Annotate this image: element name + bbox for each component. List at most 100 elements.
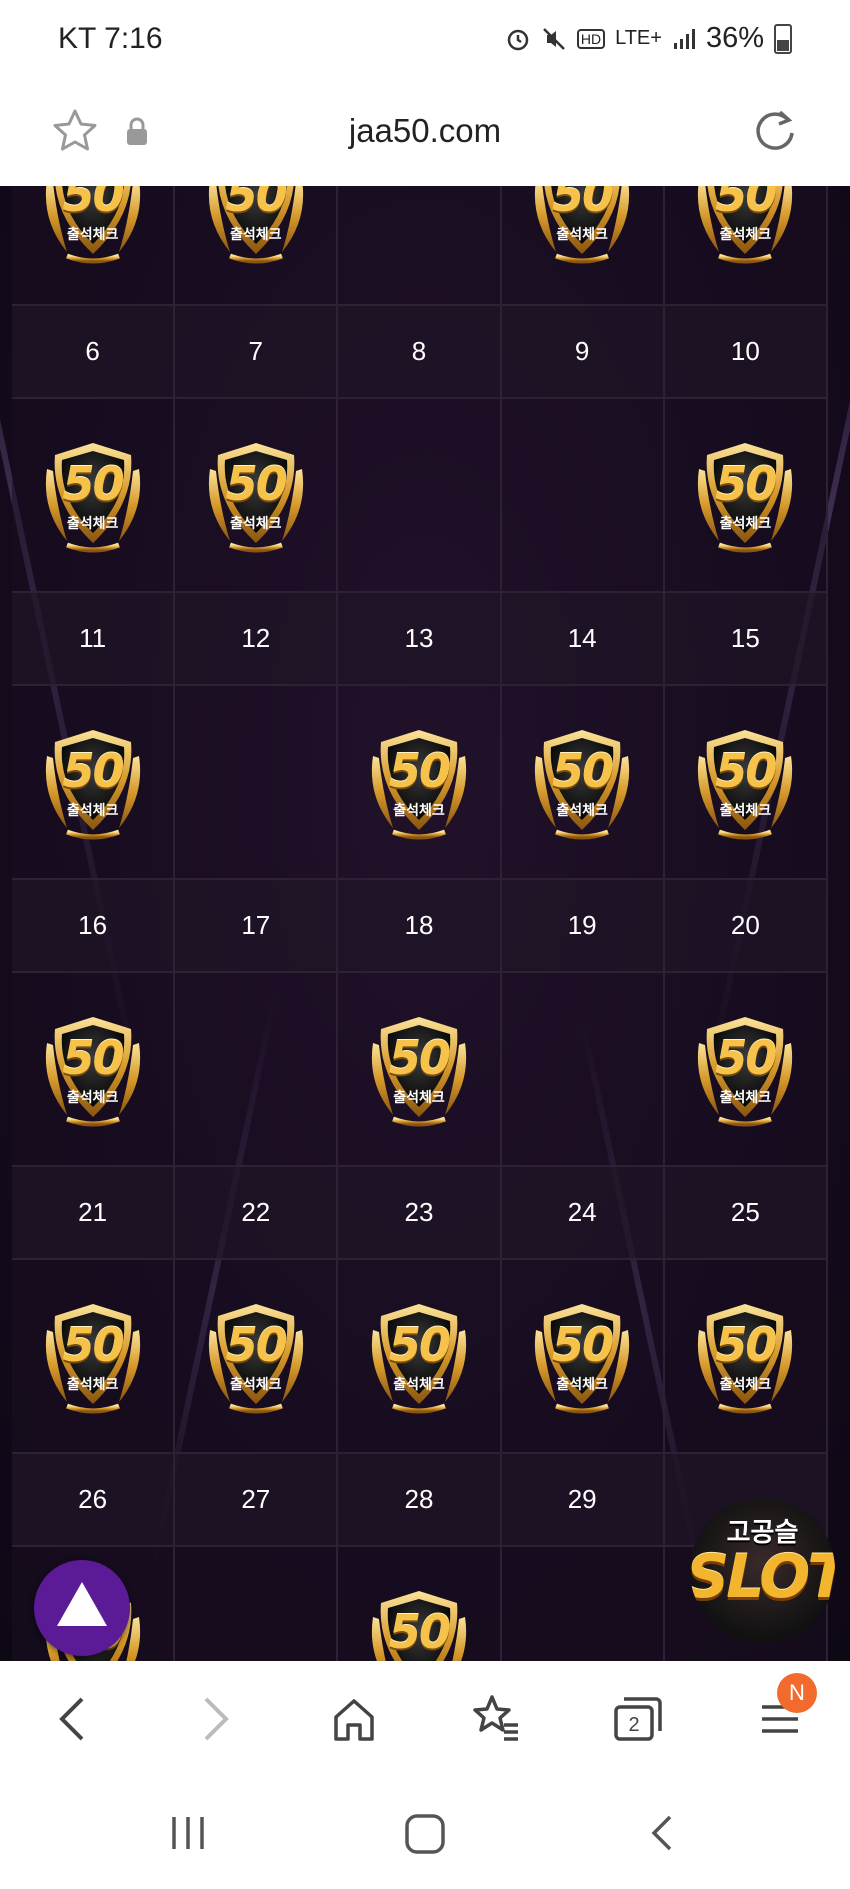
attendance-badge-icon: 50출석체크 bbox=[516, 1290, 648, 1422]
attendance-badge-icon: 50출석체크 bbox=[27, 716, 159, 848]
day-number: 25 bbox=[664, 1167, 828, 1260]
day-number: 27 bbox=[175, 1454, 339, 1547]
attendance-badge-icon: 50출석체크 bbox=[190, 1290, 322, 1422]
back-icon[interactable] bbox=[52, 1693, 92, 1745]
attendance-badge-icon: 50출석체크 bbox=[679, 429, 811, 561]
attendance-badge-icon: 50출석체크 bbox=[27, 186, 159, 272]
day-row: 16 17 18 19 20 bbox=[12, 880, 828, 973]
url-text[interactable]: jaa50.com bbox=[0, 112, 850, 150]
attendance-badge-icon: 50출석체크 bbox=[679, 1003, 811, 1135]
menu-notification-badge: N bbox=[777, 1673, 817, 1713]
tabs-icon[interactable]: 2 bbox=[612, 1693, 664, 1745]
alarm-icon bbox=[507, 29, 529, 50]
badge-cell bbox=[175, 686, 339, 880]
day-number: 20 bbox=[664, 880, 828, 973]
badge-cell: 50출석체크 bbox=[664, 186, 828, 306]
attendance-badge-icon: 50출석체크 bbox=[353, 1003, 485, 1135]
recent-apps-icon[interactable] bbox=[168, 1813, 208, 1853]
badge-cell: 50출석체크 bbox=[338, 1260, 502, 1454]
attendance-badge-icon: 50출석체크 bbox=[516, 186, 648, 272]
network-type: LTE+ bbox=[615, 27, 662, 49]
attendance-badge-icon: 50출석체크 bbox=[27, 429, 159, 561]
attendance-badge-icon: 50출석체크 bbox=[679, 1290, 811, 1422]
badge-cell: 50출석체크 bbox=[664, 399, 828, 593]
attendance-calendar: 50 출석체크 50 출석체크 50 출석체크 50 출석체크 6 7 8 9 10 50 출석체크 50 출석… bbox=[0, 186, 850, 1661]
badge-cell bbox=[501, 399, 665, 593]
slot-ad-line2: SLOT bbox=[690, 1542, 835, 1612]
badge-cell: 50출석체크 bbox=[175, 399, 339, 593]
badge-cell bbox=[338, 399, 502, 593]
badge-row: 50 출석체크 50 출석체크 50 출석체크 50 출석체크 bbox=[12, 186, 828, 306]
badge-row: 50 출석체크 50 출석체크 50 출석체크 bbox=[12, 399, 828, 593]
badge-cell: 50출석체크 bbox=[338, 1547, 502, 1661]
badge-cell: 50출석체크 bbox=[12, 399, 176, 593]
slot-ad-button[interactable]: 고공슬 SLOT bbox=[690, 1498, 835, 1643]
day-number: 15 bbox=[664, 593, 828, 686]
badge-cell: 50출석체크 bbox=[338, 686, 502, 880]
battery-icon bbox=[774, 23, 792, 54]
day-number: 13 bbox=[338, 593, 502, 686]
day-row: 21 22 23 24 25 bbox=[12, 1167, 828, 1260]
badge-cell: 50출석체크 bbox=[501, 686, 665, 880]
day-number: 18 bbox=[338, 880, 502, 973]
browser-toolbar: 2 N bbox=[0, 1661, 850, 1777]
home-button-icon[interactable] bbox=[404, 1813, 446, 1855]
attendance-badge-icon: 50출석체크 bbox=[190, 186, 322, 272]
url-bar: jaa50.com bbox=[0, 86, 850, 188]
badge-cell: 50출석체크 bbox=[501, 186, 665, 306]
attendance-badge-icon: 50출석체크 bbox=[679, 186, 811, 272]
bookmarks-icon[interactable] bbox=[470, 1693, 522, 1745]
day-row: 11 12 13 14 15 bbox=[12, 593, 828, 686]
badge-cell: 50출석체크 bbox=[664, 1260, 828, 1454]
battery-percent: 36% bbox=[705, 22, 764, 54]
attendance-badge-icon: 50출석체크 bbox=[353, 1290, 485, 1422]
day-number: 16 bbox=[12, 880, 176, 973]
badge-cell: 50출석체크 bbox=[12, 686, 176, 880]
system-back-icon[interactable] bbox=[648, 1813, 678, 1853]
day-number: 24 bbox=[501, 1167, 665, 1260]
badge-cell: 50출석체크 bbox=[501, 1260, 665, 1454]
reload-icon[interactable] bbox=[750, 106, 800, 156]
scroll-top-button[interactable] bbox=[34, 1560, 130, 1656]
attendance-badge-icon: 50출석체크 bbox=[27, 1290, 159, 1422]
attendance-badge-icon: 50출석체크 bbox=[353, 716, 485, 848]
home-icon[interactable] bbox=[330, 1693, 378, 1745]
day-number: 9 bbox=[501, 306, 665, 399]
day-number: 29 bbox=[501, 1454, 665, 1547]
day-number: 22 bbox=[175, 1167, 339, 1260]
day-number: 7 bbox=[175, 306, 339, 399]
badge-cell: 50출석체크 bbox=[12, 1260, 176, 1454]
forward-icon[interactable] bbox=[196, 1693, 236, 1745]
badge-cell bbox=[175, 973, 339, 1167]
day-number: 6 bbox=[12, 306, 176, 399]
badge-cell: 50출석체크 bbox=[338, 973, 502, 1167]
badge-cell: 50출석체크 bbox=[664, 973, 828, 1167]
day-row: 6 7 8 9 10 bbox=[12, 306, 828, 399]
badge-cell bbox=[501, 973, 665, 1167]
badge-cell bbox=[175, 1547, 339, 1661]
badge-cell: 50출석체크 bbox=[12, 186, 176, 306]
day-number: 19 bbox=[501, 880, 665, 973]
badge-cell bbox=[338, 186, 502, 306]
attendance-badge-icon: 50출석체크 bbox=[190, 429, 322, 561]
signal-icon bbox=[673, 28, 695, 49]
badge-cell bbox=[501, 1547, 665, 1661]
day-number: 21 bbox=[12, 1167, 176, 1260]
badge-cell: 50출석체크 bbox=[12, 973, 176, 1167]
badge-cell: 50출석체크 bbox=[664, 686, 828, 880]
attendance-badge-icon: 50출석체크 bbox=[27, 1003, 159, 1135]
day-number: 26 bbox=[12, 1454, 176, 1547]
day-number: 17 bbox=[175, 880, 339, 973]
system-navigation-bar bbox=[0, 1777, 850, 1889]
day-number: 23 bbox=[338, 1167, 502, 1260]
status-bar: KT 7:16 HD LTE+ 36% bbox=[0, 0, 850, 86]
attendance-badge-icon: 50출석체크 bbox=[353, 1577, 485, 1661]
badge-cell: 50출석체크 bbox=[175, 1260, 339, 1454]
attendance-badge-icon: 50출석체크 bbox=[516, 716, 648, 848]
day-number: 12 bbox=[175, 593, 339, 686]
badge-cell: 50출석체크 bbox=[175, 186, 339, 306]
svg-text:2: 2 bbox=[628, 1714, 639, 1736]
day-number: 8 bbox=[338, 306, 502, 399]
badge-row: 50 출석체크 50 출석체크 50 출석체크 bbox=[12, 973, 828, 1167]
day-number: 14 bbox=[501, 593, 665, 686]
